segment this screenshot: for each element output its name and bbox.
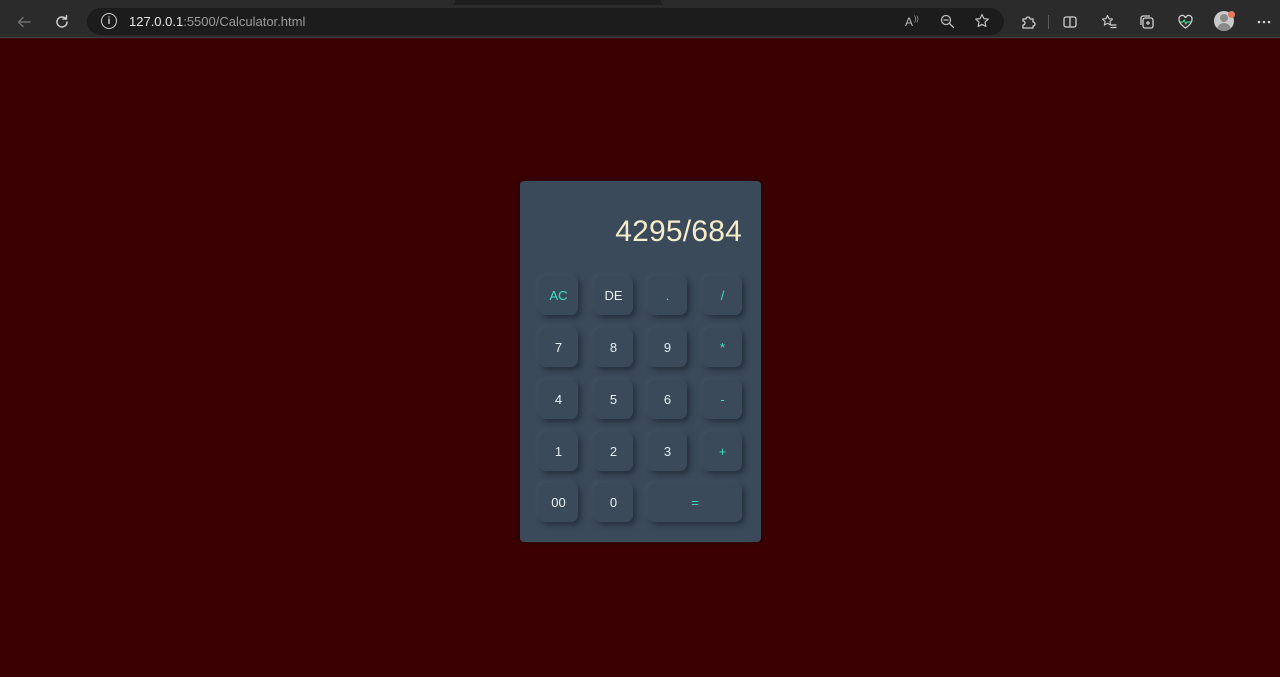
collections-icon[interactable] (1135, 10, 1159, 34)
star-icon[interactable] (972, 11, 992, 31)
decimal-button[interactable]: . (648, 276, 687, 315)
url-text[interactable]: 127.0.0.1:5500/Calculator.html (129, 14, 305, 29)
address-bar[interactable]: i 127.0.0.1:5500/Calculator.html A)) (87, 8, 1004, 35)
heart-pulse-icon[interactable] (1173, 10, 1197, 34)
digit-0-button[interactable]: 0 (594, 483, 633, 522)
delete-button[interactable]: DE (594, 276, 633, 315)
split-screen-icon[interactable] (1058, 10, 1082, 34)
calculator-display: 4295/684 (615, 215, 742, 248)
double-zero-button[interactable]: 00 (539, 483, 578, 522)
digit-5-button[interactable]: 5 (594, 380, 633, 419)
zoom-out-icon[interactable] (937, 11, 957, 31)
back-arrow-icon[interactable] (12, 10, 36, 34)
read-aloud-icon[interactable]: A)) (903, 11, 923, 31)
calculator: 4295/684 AC DE . / 7 8 9 * 4 5 6 - 1 2 3… (520, 181, 761, 542)
favorites-icon[interactable] (1097, 10, 1121, 34)
info-icon[interactable]: i (101, 13, 117, 29)
url-path: :5500/Calculator.html (183, 14, 306, 29)
multiply-button[interactable]: * (703, 328, 742, 367)
svg-text:)): )) (914, 16, 919, 23)
svg-text:A: A (905, 15, 913, 28)
ac-button[interactable]: AC (539, 276, 578, 315)
digit-6-button[interactable]: 6 (648, 380, 687, 419)
digit-4-button[interactable]: 4 (539, 380, 578, 419)
url-host: 127.0.0.1 (129, 14, 184, 29)
divide-button[interactable]: / (703, 276, 742, 315)
digit-7-button[interactable]: 7 (539, 328, 578, 367)
digit-8-button[interactable]: 8 (594, 328, 633, 367)
toolbar-divider (1048, 15, 1049, 29)
browser-toolbar: i 127.0.0.1:5500/Calculator.html A)) (0, 5, 1280, 38)
equals-button[interactable]: = (648, 483, 742, 522)
digit-9-button[interactable]: 9 (648, 328, 687, 367)
refresh-icon[interactable] (50, 10, 74, 34)
puzzle-icon[interactable] (1016, 10, 1040, 34)
minus-button[interactable]: - (703, 380, 742, 419)
plus-button[interactable]: + (703, 432, 742, 471)
more-menu-icon[interactable] (1252, 10, 1276, 34)
notification-dot (1228, 11, 1235, 18)
digit-1-button[interactable]: 1 (539, 432, 578, 471)
digit-2-button[interactable]: 2 (594, 432, 633, 471)
digit-3-button[interactable]: 3 (648, 432, 687, 471)
